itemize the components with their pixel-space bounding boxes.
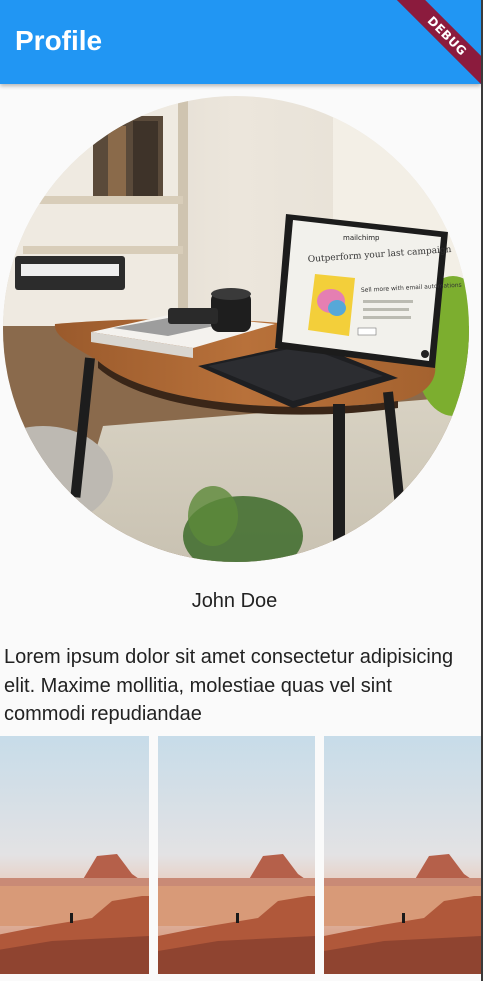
gallery-image[interactable] <box>0 736 149 974</box>
laptop-brand-text: mailchimp <box>343 234 380 242</box>
page-title: Profile <box>15 25 103 56</box>
desert-photo <box>324 736 481 974</box>
gallery-image[interactable] <box>324 736 481 974</box>
photo-gallery[interactable] <box>0 736 481 981</box>
profile-name: John Doe <box>191 590 278 612</box>
avatar-photo: mailchimp Outperform your last campaign … <box>3 96 469 562</box>
gallery-image[interactable] <box>158 736 315 974</box>
profile-avatar: mailchimp Outperform your last campaign … <box>3 96 469 562</box>
desert-photo <box>0 736 149 974</box>
profile-bio: Lorem ipsum dolor sit amet consectetur a… <box>4 646 454 725</box>
desert-photo <box>158 736 315 974</box>
